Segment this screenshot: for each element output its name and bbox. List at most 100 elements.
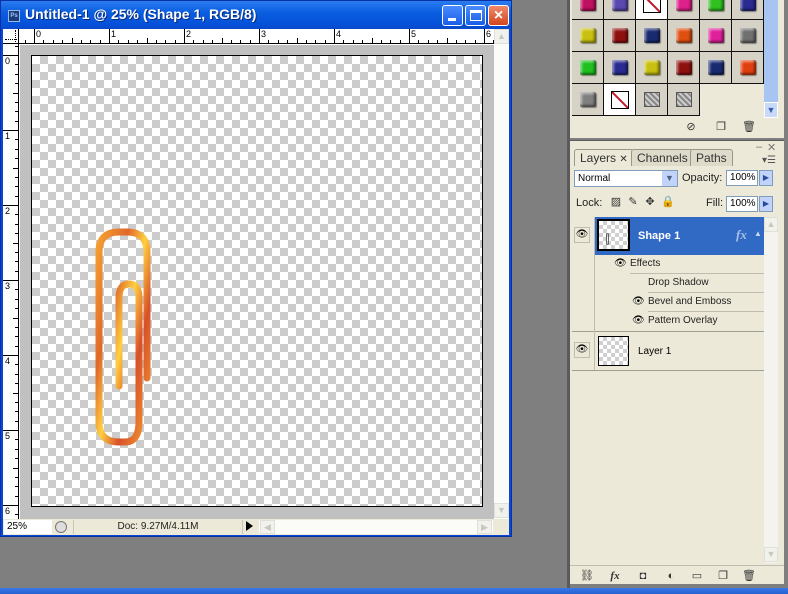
style-swatch[interactable]: [700, 52, 732, 84]
scroll-up-button[interactable]: ▲: [764, 217, 778, 232]
styles-panel: ▼ ⊘ ❐ 🗑: [570, 0, 784, 138]
timer-icon[interactable]: [55, 521, 67, 533]
panel-menu-icon[interactable]: ▾☰: [762, 155, 776, 166]
style-swatch[interactable]: [604, 84, 636, 116]
effect-row-bevel-emboss[interactable]: 👁 Bevel and Emboss: [572, 293, 764, 312]
style-swatch[interactable]: [732, 52, 764, 84]
status-menu-arrow-icon[interactable]: [246, 521, 253, 531]
adjustment-layer-icon[interactable]: ◐: [664, 569, 678, 583]
ruler-origin[interactable]: [3, 29, 19, 44]
layer-row-layer-1[interactable]: 👁 Layer 1: [572, 332, 764, 370]
style-swatch[interactable]: [604, 20, 636, 52]
scroll-up-button[interactable]: ▲: [494, 29, 509, 44]
style-swatch[interactable]: [636, 84, 668, 116]
collapse-effects-icon[interactable]: ▲: [754, 229, 762, 238]
visibility-eye-icon[interactable]: 👁: [574, 342, 590, 358]
scroll-down-button[interactable]: ▼: [764, 547, 778, 562]
styles-scrollbar[interactable]: ▼: [764, 0, 778, 118]
lock-position-icon[interactable]: ✥: [644, 196, 656, 208]
ruler-label: 6: [5, 506, 11, 516]
ruler-tick: [15, 233, 18, 235]
style-swatch[interactable]: [700, 0, 732, 20]
style-swatch[interactable]: [572, 0, 604, 20]
style-swatch[interactable]: [604, 0, 636, 20]
style-swatch[interactable]: [700, 20, 732, 52]
visibility-eye-icon[interactable]: 👁: [574, 227, 590, 243]
effect-row-drop-shadow[interactable]: Drop Shadow: [572, 274, 764, 293]
scroll-down-button[interactable]: ▼: [494, 503, 509, 518]
effects-eye-icon[interactable]: 👁: [614, 258, 627, 270]
style-swatch[interactable]: [668, 52, 700, 84]
ruler-tick: [15, 486, 18, 488]
opacity-field[interactable]: 100%: [726, 170, 758, 186]
style-swatch[interactable]: [636, 20, 668, 52]
style-swatch[interactable]: [732, 20, 764, 52]
pattern-style-icon: [676, 92, 692, 107]
ruler-tick: [268, 40, 270, 43]
ruler-tick: [15, 111, 18, 113]
new-style-icon[interactable]: ❐: [714, 120, 728, 134]
vertical-scrollbar[interactable]: ▲ ▼: [494, 29, 509, 519]
effect-eye-icon[interactable]: 👁: [632, 315, 645, 327]
delete-layer-icon[interactable]: 🗑: [742, 569, 756, 583]
fill-field[interactable]: 100%: [726, 196, 758, 212]
horizontal-ruler[interactable]: 0 1 2 3 4 5 6: [19, 29, 494, 44]
maximize-button[interactable]: [465, 5, 486, 26]
tab-close-icon[interactable]: ✕: [619, 154, 627, 165]
gem-style-icon: [676, 0, 692, 11]
canvas[interactable]: [31, 55, 483, 507]
style-swatch[interactable]: [732, 0, 764, 20]
minimize-button[interactable]: [442, 5, 463, 26]
status-bar: 25% Doc: 9.27M/4.11M ◀ ▶: [3, 519, 509, 535]
ruler-tick: [15, 336, 18, 338]
style-swatch[interactable]: [572, 20, 604, 52]
tab-paths[interactable]: Paths: [690, 149, 733, 166]
collapse-panel-icon[interactable]: –: [756, 141, 762, 153]
style-swatch[interactable]: [636, 52, 668, 84]
new-layer-icon[interactable]: ❐: [716, 569, 730, 583]
tab-layers[interactable]: Layers ✕: [574, 149, 634, 166]
fill-slider-button[interactable]: ▶: [759, 196, 773, 212]
fx-badge-icon[interactable]: fx: [736, 227, 747, 243]
style-swatch[interactable]: [636, 0, 668, 20]
title-bar[interactable]: Ps Untitled-1 @ 25% (Shape 1, RGB/8) ×: [1, 1, 511, 29]
scroll-right-button[interactable]: ▶: [477, 520, 492, 534]
ruler-tick: [193, 40, 195, 43]
scroll-left-button[interactable]: ◀: [260, 520, 275, 534]
style-swatch[interactable]: [604, 52, 636, 84]
lock-transparency-icon[interactable]: ▨: [610, 196, 622, 208]
ruler-tick: [15, 411, 18, 413]
scroll-down-button[interactable]: ▼: [764, 102, 778, 118]
lock-all-icon[interactable]: 🔒: [661, 196, 675, 208]
opacity-slider-button[interactable]: ▶: [759, 170, 773, 186]
gem-style-icon: [580, 60, 596, 75]
effects-row[interactable]: 👁 Effects: [572, 255, 764, 274]
lock-image-icon[interactable]: ✎: [627, 196, 639, 208]
vertical-ruler[interactable]: 0 1 2 3 4 5 6: [3, 44, 19, 519]
add-mask-icon[interactable]: ◘: [636, 569, 650, 583]
style-swatch[interactable]: [572, 52, 604, 84]
style-swatch[interactable]: [668, 0, 700, 20]
delete-style-icon[interactable]: 🗑: [742, 120, 756, 134]
new-group-icon[interactable]: ▭: [690, 569, 704, 583]
effect-eye-icon[interactable]: 👁: [632, 296, 645, 308]
close-button[interactable]: ×: [488, 5, 509, 26]
layer-row-shape-1[interactable]: 👁 Shape 1 fx ▲: [572, 217, 764, 255]
style-swatch[interactable]: [668, 84, 700, 116]
ruler-tick: [52, 40, 54, 43]
paperclip-shape[interactable]: [91, 226, 155, 450]
link-layers-icon[interactable]: ⛓: [580, 569, 594, 583]
chevron-down-icon[interactable]: ▼: [662, 171, 677, 186]
effect-row-pattern-overlay[interactable]: 👁 Pattern Overlay: [572, 312, 764, 330]
horizontal-scrollbar[interactable]: ◀ ▶: [259, 520, 493, 534]
fx-icon[interactable]: fx: [608, 569, 622, 583]
style-swatch[interactable]: [668, 20, 700, 52]
clear-style-icon[interactable]: ⊘: [684, 120, 698, 134]
document-body: 0123456 0123456 ▲ ▼ 25% Doc: 9.27M/4.11M…: [3, 29, 509, 535]
tab-channels[interactable]: Channels: [631, 149, 694, 166]
close-panel-icon[interactable]: ✕: [767, 141, 776, 154]
blend-mode-select[interactable]: Normal ▼: [574, 170, 678, 187]
style-swatch[interactable]: [572, 84, 604, 116]
zoom-level-field[interactable]: 25%: [4, 520, 52, 534]
layers-scrollbar[interactable]: ▲ ▼: [764, 217, 778, 563]
